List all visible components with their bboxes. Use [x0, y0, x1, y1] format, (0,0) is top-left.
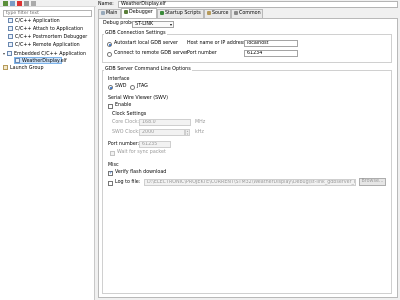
embedded-config-icon	[7, 51, 12, 56]
browse-button[interactable]: Browse...	[359, 178, 386, 186]
embedded-config-icon	[15, 58, 20, 63]
launch-config-tree-panel: type filter text C/C++ Application C/C++…	[0, 7, 95, 300]
launch-group-icon	[3, 65, 8, 70]
interface-title: Interface	[107, 77, 131, 83]
clock-settings-group: Clock Settings Core Clock: 168.0 MHz SWO…	[110, 112, 218, 137]
gdb-connection-group: GDB Connection Settings Autostart local …	[102, 31, 392, 63]
tree-item-cpp-remote[interactable]: C/C++ Remote Application	[8, 42, 80, 49]
filter-input[interactable]: type filter text	[3, 10, 92, 17]
tab-startup-scripts[interactable]: Startup Scripts	[157, 9, 204, 18]
gdb-server-options-group: GDB Server Command Line Options Interfac…	[102, 67, 392, 294]
clock-settings-title: Clock Settings	[111, 112, 148, 118]
source-icon	[207, 10, 211, 15]
config-editor: Name: WeatherDisplay.elf Main Debugger S…	[96, 0, 400, 300]
core-clock-label: Core Clock:	[112, 120, 140, 125]
gdb-server-options-title: GDB Server Command Line Options	[104, 67, 192, 73]
misc-title: Misc	[107, 163, 120, 169]
interface-group: Interface SWD JTAG	[107, 77, 227, 92]
tree-item-embedded-cpp[interactable]: ▾ Embedded C/C++ Application	[3, 50, 86, 57]
swd-radio[interactable]	[108, 85, 113, 90]
tab-common[interactable]: Common	[231, 9, 263, 18]
chevron-down-icon: ▾	[169, 22, 172, 27]
host-label: Host name or IP address	[187, 41, 246, 46]
new-config-icon[interactable]	[3, 1, 8, 6]
tab-debugger[interactable]: Debugger	[121, 8, 157, 18]
verify-flash-checkbox[interactable]	[108, 170, 113, 176]
wait-sync-label: Wait for sync packet	[117, 150, 166, 155]
gdb-connection-title: GDB Connection Settings	[104, 31, 167, 37]
remote-label: Connect to remote GDB server	[114, 51, 188, 56]
tree-item-cpp-application[interactable]: C/C++ Application	[8, 18, 60, 25]
swo-clock-unit: kHz	[195, 130, 204, 135]
log-to-file-label: Log to file:	[115, 180, 141, 185]
filter-icon[interactable]	[31, 1, 36, 6]
swd-label: SWD	[115, 84, 127, 89]
core-clock-unit: MHz	[195, 120, 206, 125]
swo-clock-label: SWO Clock:	[112, 130, 140, 135]
cpp-config-icon	[8, 34, 13, 39]
log-file-path-field[interactable]: D:\ELECTRONIC\PROJEKTE\CURRENT\STM32\Wea…	[144, 179, 356, 186]
delete-icon[interactable]	[17, 1, 22, 6]
cpp-config-icon	[8, 26, 13, 31]
tab-source[interactable]: Source	[204, 9, 231, 18]
tree-item-launch-group[interactable]: Launch Group	[3, 65, 44, 72]
autostart-label: Autostart local GDB server	[114, 41, 178, 46]
core-clock-field[interactable]: 168.0	[139, 119, 191, 126]
name-row: Name: WeatherDisplay.elf	[98, 1, 398, 8]
gdb-port-field[interactable]: 61234	[244, 50, 298, 57]
swv-port-field[interactable]: 61235	[139, 141, 171, 148]
tree-item-weatherdisplay[interactable]: WeatherDisplay.elf	[14, 57, 67, 64]
autostart-radio[interactable]	[107, 42, 112, 47]
debug-probe-label: Debug probe	[103, 21, 135, 26]
swv-group: Serial Wire Viewer (SWV) Enable Clock Se…	[107, 96, 389, 160]
play-icon	[160, 10, 164, 15]
swv-title: Serial Wire Viewer (SWV)	[107, 96, 170, 102]
name-label: Name:	[98, 2, 114, 7]
jtag-label: JTAG	[137, 84, 148, 89]
swo-clock-spinner[interactable]: ▴ ▾	[185, 129, 190, 136]
cpp-config-icon	[8, 18, 13, 23]
tree-item-cpp-attach[interactable]: C/C++ Attach to Application	[8, 26, 83, 33]
common-icon	[234, 10, 238, 15]
cpp-config-icon	[8, 42, 13, 47]
main-tab-icon	[101, 10, 105, 15]
wait-sync-checkbox[interactable]	[110, 151, 115, 156]
swv-enable-checkbox[interactable]	[108, 104, 113, 109]
name-field[interactable]: WeatherDisplay.elf	[118, 1, 398, 8]
tree-item-cpp-postmortem[interactable]: C/C++ Postmortem Debugger	[8, 34, 87, 41]
debug-probe-select[interactable]: ST-LINK ▾	[132, 21, 174, 28]
log-to-file-checkbox[interactable]	[108, 181, 113, 186]
swv-port-label: Port number:	[108, 142, 140, 147]
jtag-radio[interactable]	[130, 85, 135, 90]
swo-clock-field[interactable]: 2000	[139, 129, 185, 136]
verify-flash-label: Verify flash download	[115, 170, 167, 175]
swv-enable-label: Enable	[115, 103, 132, 108]
bug-icon	[124, 9, 128, 14]
tab-main[interactable]: Main	[98, 9, 121, 18]
host-field[interactable]: localhost	[244, 40, 298, 47]
misc-group: Misc Verify flash download Log to file: …	[107, 163, 389, 191]
duplicate-icon[interactable]	[10, 1, 15, 6]
remote-radio[interactable]	[107, 52, 112, 57]
gdb-port-label: Port number	[187, 51, 217, 56]
collapse-icon[interactable]	[24, 1, 29, 6]
debugger-tab-panel: Debug probe ST-LINK ▾ GDB Connection Set…	[98, 18, 398, 298]
